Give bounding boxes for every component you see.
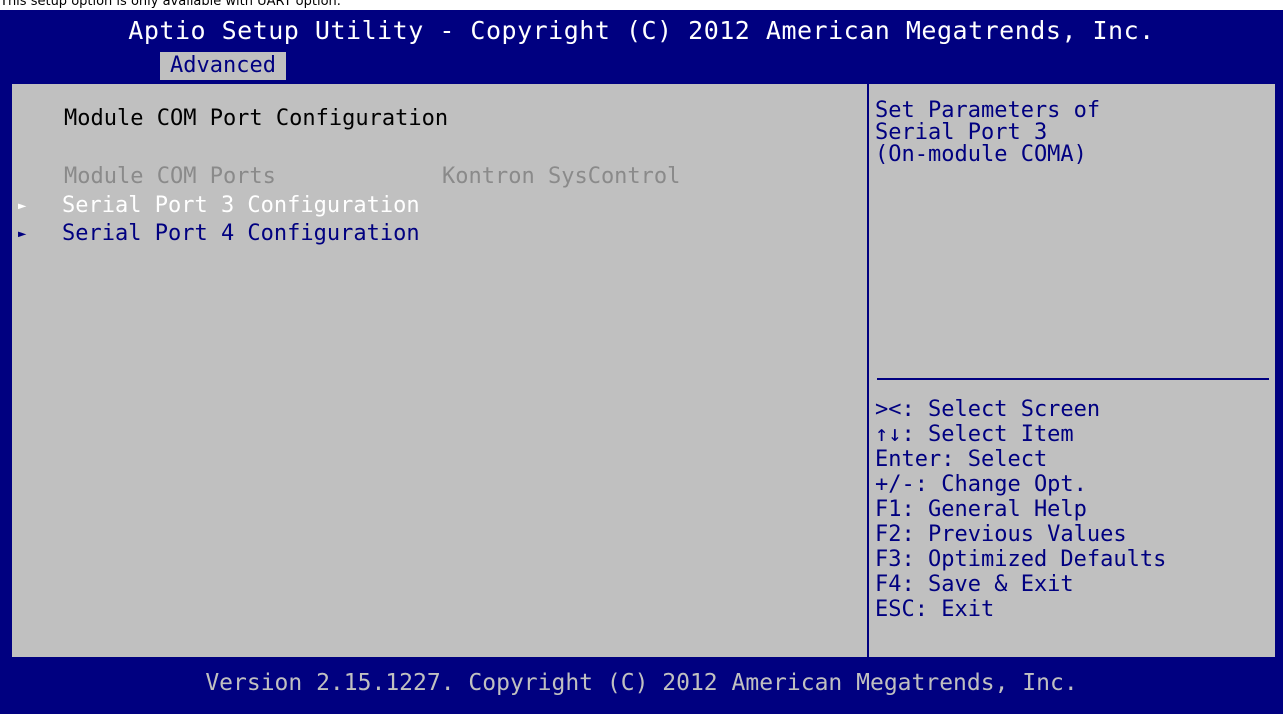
menu-item-serial-port-4[interactable]: ► Serial Port 4 Configuration: [18, 220, 420, 248]
right-triangle-icon: ►: [18, 198, 27, 214]
menu-item-serial-port-3[interactable]: ► Serial Port 3 Configuration: [18, 192, 420, 220]
setup-title: Aptio Setup Utility - Copyright (C) 2012…: [128, 16, 1155, 45]
main-panel: Module COM Port Configuration Module COM…: [10, 82, 1277, 659]
key-select-item: ↑↓: Select Item: [875, 422, 1074, 447]
help-text: Set Parameters of Serial Port 3 (On-modu…: [875, 98, 1101, 167]
key-general-help: F1: General Help: [875, 497, 1087, 522]
menu-item-label: Serial Port 4 Configuration: [62, 221, 420, 246]
page-heading: Module COM Port Configuration: [64, 106, 449, 131]
settings-pane: Module COM Port Configuration Module COM…: [12, 84, 869, 657]
module-com-ports-value: Kontron SysControl: [442, 164, 681, 189]
key-save-exit: F4: Save & Exit: [875, 572, 1074, 597]
bios-screen: Aptio Setup Utility - Copyright (C) 2012…: [0, 10, 1283, 714]
key-select-screen: ><: Select Screen: [875, 397, 1101, 422]
menu-item-label: Serial Port 3 Configuration: [62, 193, 420, 218]
caption-text: This setup option is only available with…: [0, 0, 341, 9]
key-esc-exit: ESC: Exit: [875, 597, 995, 622]
module-com-ports-label: Module COM Ports: [64, 164, 276, 189]
key-enter-select: Enter: Select: [875, 447, 1048, 472]
tab-advanced[interactable]: Advanced: [160, 52, 286, 80]
version-footer: Version 2.15.1227. Copyright (C) 2012 Am…: [205, 670, 1078, 696]
key-change-opt: +/-: Change Opt.: [875, 472, 1087, 497]
key-legend: ><: Select Screen ↑↓: Select Item Enter:…: [875, 397, 1166, 622]
key-optimized-defaults: F3: Optimized Defaults: [875, 547, 1167, 572]
right-triangle-icon: ►: [18, 226, 27, 242]
help-divider: [877, 378, 1269, 380]
help-pane: Set Parameters of Serial Port 3 (On-modu…: [869, 84, 1275, 657]
key-previous-values: F2: Previous Values: [875, 522, 1127, 547]
